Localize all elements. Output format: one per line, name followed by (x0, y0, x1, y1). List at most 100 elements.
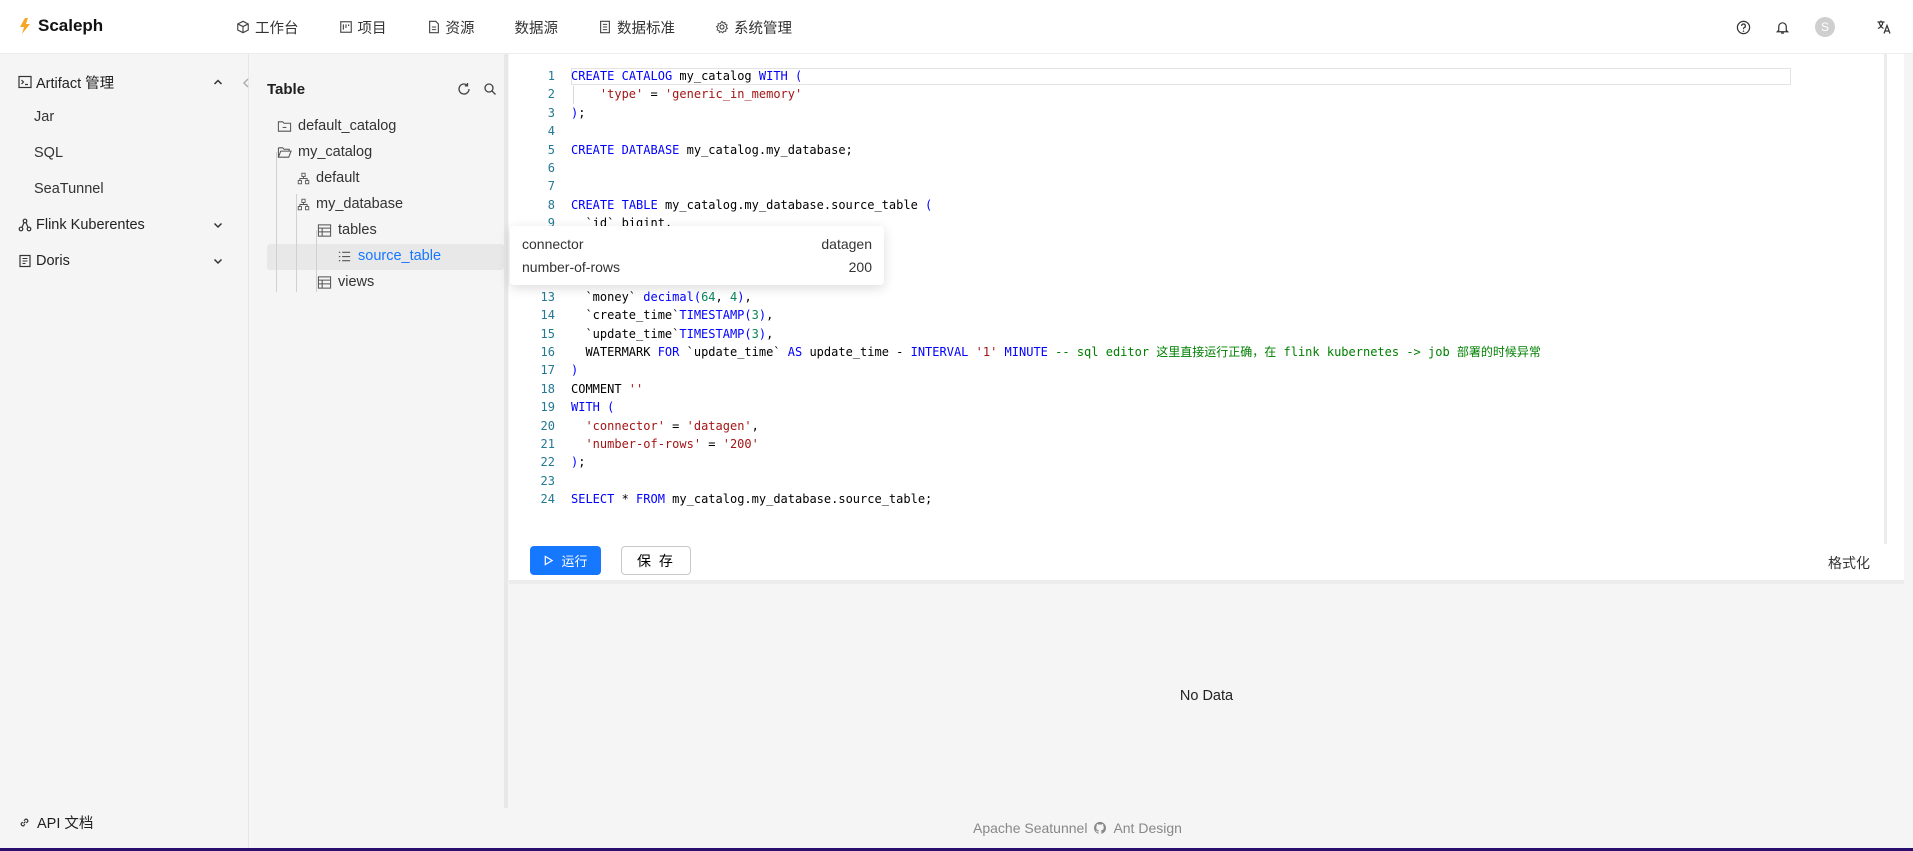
link-icon (20, 818, 29, 827)
nav-workbench[interactable]: 工作台 (236, 17, 299, 38)
menu-artifact[interactable]: Artifact 管理 (0, 64, 240, 100)
menu-doris-label: Doris (36, 253, 70, 269)
top-bar: Scaleph 工作台 项目 资源 数据源 数据标准 系统管理 S (0, 0, 1913, 54)
schema-icon (297, 198, 310, 210)
tree-node-label: tables (338, 222, 377, 238)
chevron-up-icon (213, 79, 223, 85)
line-content: ); (571, 105, 586, 120)
line-number: 18 (540, 381, 555, 396)
tree-title: Table (267, 81, 306, 98)
line-number: 13 (540, 289, 555, 304)
nav-project[interactable]: 项目 (339, 17, 387, 38)
tree-guide (276, 152, 277, 292)
tree-node-label: views (338, 274, 375, 290)
footer-antd-link[interactable]: Ant Design (1113, 820, 1181, 836)
refresh-icon[interactable] (457, 82, 471, 96)
nav-workbench-label: 工作台 (255, 20, 299, 37)
tree-node-source-table[interactable]: source_table (337, 244, 441, 268)
tree-node-label: my_catalog (298, 144, 373, 160)
menu-artifact-label: Artifact 管理 (36, 75, 115, 92)
terminal-icon (18, 75, 32, 89)
api-doc-label: API 文档 (37, 816, 94, 832)
line-number: 1 (547, 69, 555, 83)
line-number: 5 (547, 142, 555, 157)
menu-doris[interactable]: Doris (0, 243, 240, 279)
line-content: COMMENT '' (571, 381, 644, 396)
app-name: Scaleph (38, 16, 104, 35)
help-icon[interactable] (1733, 17, 1753, 37)
menu-jar[interactable]: Jar (34, 109, 54, 125)
menu-sql[interactable]: SQL (34, 145, 63, 161)
run-button[interactable]: 运行 (530, 546, 601, 575)
search-icon[interactable] (483, 82, 497, 96)
line-number: 8 (547, 197, 555, 212)
line-number: 20 (540, 418, 555, 433)
line-number: 2 (547, 87, 555, 102)
tooltip-row: number-of-rows 200 (522, 259, 872, 277)
tree-node-my-database[interactable]: my_database (297, 192, 403, 216)
line-number: 22 (540, 455, 555, 470)
results-panel: No Data (509, 584, 1904, 808)
file-icon (428, 20, 439, 34)
menu-flink[interactable]: Flink Kuberentes (0, 207, 240, 243)
nav-system[interactable]: 系统管理 (715, 17, 792, 38)
tooltip-key: connector (522, 236, 584, 252)
bell-icon[interactable] (1772, 17, 1792, 37)
tree-node-default[interactable]: default (297, 166, 360, 190)
nav-resource[interactable]: 资源 (427, 17, 475, 38)
database-book-icon (19, 254, 31, 268)
github-icon (1094, 821, 1107, 834)
nav-datasource-label: 数据源 (514, 20, 559, 37)
line-content: ); (571, 455, 586, 470)
tree-node-default-catalog[interactable]: default_catalog (277, 114, 396, 138)
line-content: CREATE DATABASE my_catalog.my_database; (571, 142, 853, 157)
nav-system-label: 系统管理 (734, 20, 792, 37)
cluster-icon (18, 218, 32, 232)
gear-icon (715, 20, 729, 34)
line-number: 15 (540, 326, 555, 341)
tree-node-label: default_catalog (298, 118, 397, 134)
line-content: `money` decimal(64, 4), (571, 289, 752, 304)
line-number: 7 (547, 179, 555, 194)
menu-seatunnel[interactable]: SeaTunnel (34, 181, 104, 197)
cube-icon (237, 20, 249, 34)
list-doc-icon (600, 20, 610, 34)
app-logo[interactable]: Scaleph (18, 16, 103, 36)
line-content: CREATE CATALOG my_catalog WITH ( (571, 69, 803, 83)
schema-icon (297, 172, 310, 184)
run-button-label: 运行 (561, 554, 588, 569)
tree-node-my-catalog[interactable]: my_catalog (277, 140, 372, 164)
no-data-text: No Data (1179, 688, 1234, 704)
footer-seatunnel-link[interactable]: Apache Seatunnel (973, 820, 1087, 836)
nav-datasource[interactable]: 数据源 (515, 17, 559, 38)
panel-resize-handle[interactable] (504, 54, 508, 808)
tree-node-views[interactable]: views (317, 270, 374, 294)
line-content: 'type' = 'generic_in_memory' (599, 87, 803, 102)
folder-icon (277, 120, 292, 132)
sql-editor-panel: 1 CREATE CATALOG my_catalog WITH ( 2 'type… (509, 54, 1904, 584)
line-content: 'connector' = 'datagen', (585, 418, 759, 433)
folder-open-icon (277, 146, 292, 158)
format-button[interactable]: 格式化 (1828, 553, 1870, 573)
line-content: SELECT * FROM my_catalog.my_database.sou… (571, 492, 933, 507)
line-content: `create_time`TIMESTAMP(3), (571, 308, 774, 323)
tree-node-label: source_table (358, 248, 442, 264)
line-number: 3 (547, 105, 555, 120)
footer: Apache Seatunnel Ant Design (973, 820, 1182, 836)
line-content: CREATE TABLE my_catalog.my_database.sour… (571, 197, 933, 212)
editor-scrollbar[interactable] (1884, 54, 1887, 544)
table-icon (317, 275, 332, 289)
tree-node-tables[interactable]: tables (317, 218, 377, 242)
avatar[interactable]: S (1815, 17, 1835, 37)
nav-data-standard[interactable]: 数据标准 (598, 17, 675, 38)
line-number: 6 (547, 161, 555, 175)
line-number: 4 (547, 124, 555, 139)
play-icon (545, 555, 554, 566)
api-doc-link[interactable]: API 文档 (18, 812, 93, 833)
translate-icon[interactable] (1874, 17, 1894, 37)
save-button[interactable]: 保 存 (621, 546, 691, 575)
chevron-down-icon (213, 258, 223, 265)
table-icon (317, 223, 332, 237)
line-number: 23 (540, 473, 555, 488)
line-content: ) (571, 363, 579, 378)
